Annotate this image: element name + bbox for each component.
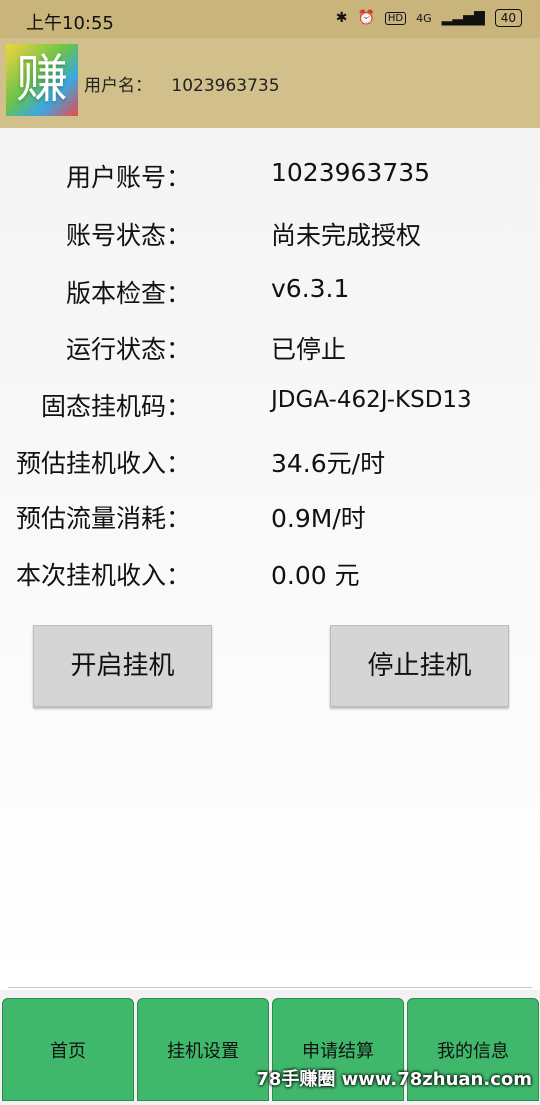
- battery-indicator: 40: [494, 9, 522, 27]
- info-row-account: 用户账号： 1023963735: [0, 158, 540, 198]
- info-label: 固态挂机码：: [40, 392, 191, 421]
- app-header: 赚 用户名： 1023963735: [0, 38, 540, 128]
- info-label: 运行状态：: [65, 335, 191, 364]
- nav-tab-home[interactable]: 首页: [2, 998, 134, 1101]
- info-label: 版本检查：: [65, 279, 191, 308]
- alarm-icon: ⏰: [357, 10, 375, 26]
- watermark: 78手赚圈 www.78zhuan.com: [256, 1069, 532, 1090]
- app-logo: 赚: [6, 44, 78, 116]
- signal-icon: ▂▃▅▇: [441, 10, 485, 26]
- status-time: 上午10:55: [26, 13, 114, 34]
- start-button[interactable]: 开启挂机: [33, 625, 212, 707]
- info-row-estimated-income: 预估挂机收入： 34.6元/时: [0, 444, 540, 484]
- info-value: 尚未完成授权: [271, 221, 422, 250]
- bottom-nav: 首页 挂机设置 申请结算 我的信息 78手赚圈 www.78zhuan.com: [0, 998, 540, 1103]
- info-row-run-status: 运行状态： 已停止: [0, 330, 540, 370]
- info-label: 账号状态：: [65, 221, 191, 250]
- username-value: 1023963735: [171, 76, 280, 96]
- hd-icon: HD: [384, 11, 407, 25]
- username-label: 用户名：: [84, 76, 152, 96]
- bluetooth-icon: ✱: [335, 10, 348, 26]
- info-row-session-income: 本次挂机收入： 0.00 元: [0, 556, 540, 596]
- info-label: 预估挂机收入：: [15, 449, 191, 478]
- status-icons: ✱ ⏰ HD 4G ▂▃▅▇ 40: [336, 9, 522, 27]
- main-content: 用户账号： 1023963735 账号状态： 尚未完成授权 版本检查： v6.3…: [0, 128, 540, 990]
- info-label: 用户账号：: [65, 163, 191, 192]
- header-username: 用户名： 1023963735: [84, 71, 280, 96]
- divider: [8, 987, 532, 988]
- info-value: v6.3.1: [271, 274, 350, 303]
- stop-button[interactable]: 停止挂机: [330, 625, 509, 707]
- info-value: 0.9M/时: [271, 504, 366, 533]
- info-value: JDGA-462J-KSD13: [271, 387, 472, 413]
- network-type: 4G: [416, 11, 432, 25]
- status-bar: 上午10:55 ✱ ⏰ HD 4G ▂▃▅▇ 40: [0, 0, 540, 38]
- info-value: 0.00 元: [271, 561, 360, 590]
- info-row-estimated-traffic: 预估流量消耗： 0.9M/时: [0, 499, 540, 539]
- info-label: 本次挂机收入：: [15, 561, 191, 590]
- info-row-account-status: 账号状态： 尚未完成授权: [0, 216, 540, 256]
- info-row-machine-code: 固态挂机码： JDGA-462J-KSD13: [0, 387, 540, 427]
- nav-tab-settings[interactable]: 挂机设置: [137, 998, 269, 1101]
- info-value: 34.6元/时: [271, 449, 386, 478]
- info-label: 预估流量消耗：: [15, 504, 191, 533]
- info-value: 1023963735: [271, 158, 431, 187]
- info-value: 已停止: [271, 335, 347, 364]
- info-row-version: 版本检查： v6.3.1: [0, 274, 540, 314]
